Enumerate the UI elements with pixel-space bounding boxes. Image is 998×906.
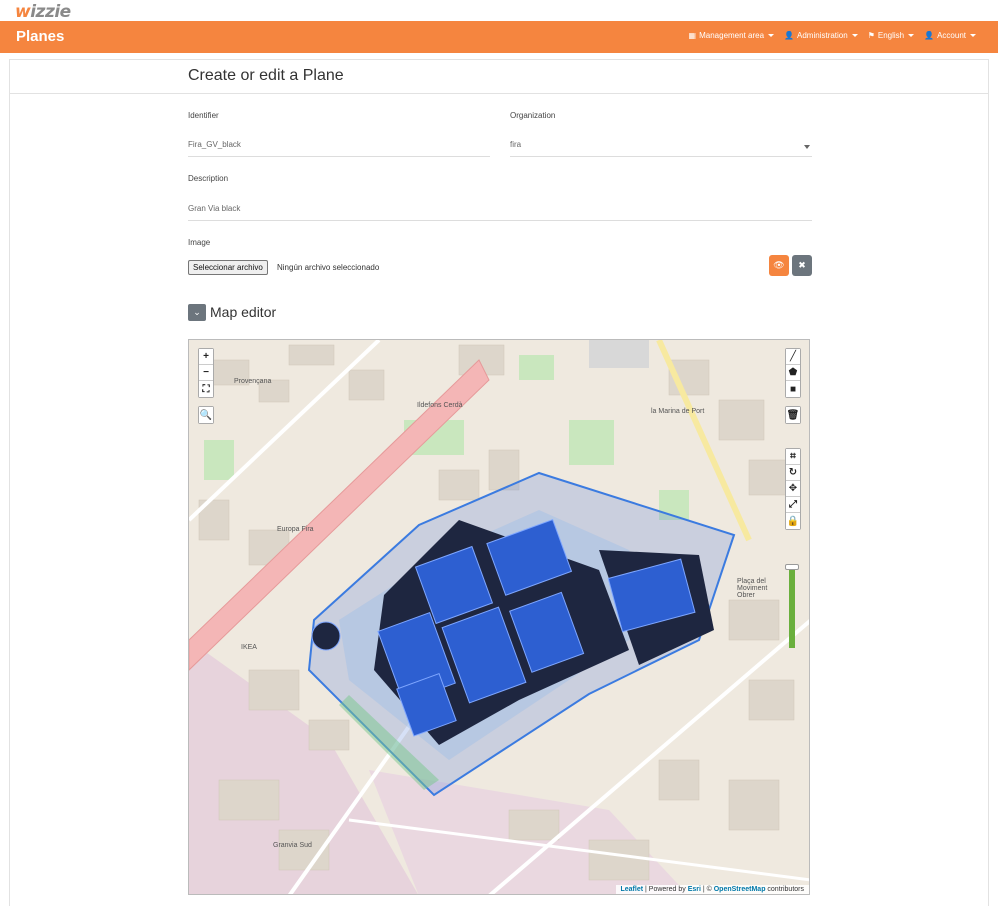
fullscreen-button[interactable]: ⛶ [199, 381, 213, 397]
nav-language[interactable]: ⚑ English [867, 31, 915, 40]
draw-toolbar: ╱ ⬟ ■ [785, 348, 801, 398]
draw-polyline-button[interactable]: ╱ [786, 349, 800, 365]
map-search-button[interactable]: 🔍 [199, 407, 213, 423]
rotate-icon: ↻ [788, 467, 798, 478]
choose-file-button[interactable]: Seleccionar archivo [188, 260, 268, 275]
organization-label: Organization [510, 111, 556, 120]
resize-icon: ⤢ [789, 499, 797, 510]
move-icon: ✥ [788, 483, 798, 494]
leaflet-link[interactable]: Leaflet [621, 886, 644, 893]
description-input[interactable]: Gran Via black [188, 198, 812, 221]
image-label: Image [188, 238, 211, 247]
map-label-provencana: Provençana [234, 378, 272, 385]
identifier-input[interactable]: Fira_GV_black [188, 134, 490, 157]
map-label-europa-fira: Europa Fira [277, 526, 314, 533]
polygon-icon: ⬟ [788, 367, 798, 378]
flag-icon: ⚑ [867, 31, 875, 40]
user-plus-icon: 👤 [784, 31, 795, 40]
identifier-label: Identifier [188, 111, 219, 120]
card-header: Create or edit a Plane [10, 60, 988, 94]
file-status-text: Ningún archivo seleccionado [277, 263, 380, 272]
trash-icon: 🗑 [786, 409, 800, 421]
map-attribution: Leaflet | Powered by Esri | © OpenStreet… [615, 885, 809, 894]
polyline-icon: ╱ [789, 351, 797, 362]
lock-icon: 🔒 [786, 515, 800, 527]
rectangle-icon: ■ [789, 383, 797, 395]
navbar-brand[interactable]: Planes [16, 28, 64, 45]
logo-strip: wizzie [0, 0, 998, 22]
map-label-ikea: IKEA [241, 644, 257, 651]
draw-polygon-button[interactable]: ⬟ [786, 365, 800, 381]
distort-icon: ⌗ [790, 451, 796, 462]
opacity-slider-handle[interactable] [785, 564, 799, 570]
user-icon: 👤 [924, 31, 935, 40]
distort-button[interactable]: ⌗ [786, 449, 800, 465]
chevron-down-icon: ⌄ [193, 307, 201, 317]
lock-button[interactable]: 🔒 [786, 513, 800, 529]
search-control: 🔍 [198, 406, 214, 424]
map-label-granvia-sud: Granvia Sud [273, 842, 312, 849]
caret-down-icon [851, 34, 858, 37]
map-editor[interactable]: Provençana Ildefons Cerdà Europa Fira IK… [188, 339, 810, 895]
search-icon: 🔍 [199, 409, 213, 421]
draw-rectangle-button[interactable]: ■ [786, 381, 800, 397]
view-image-button[interactable]: 👁 [769, 255, 789, 276]
rotate-button[interactable]: ↻ [786, 465, 800, 481]
caret-down-icon [908, 34, 915, 37]
nav-administration[interactable]: 👤 Administration [784, 31, 858, 40]
caret-down-icon [768, 34, 775, 37]
delete-layers-button[interactable]: 🗑 [786, 407, 800, 423]
organization-select[interactable]: fira [510, 134, 812, 157]
osm-link[interactable]: OpenStreetMap [714, 886, 766, 893]
transform-toolbar: ⌗ ↻ ✥ ⤢ 🔒 [785, 448, 801, 530]
chevron-down-icon [804, 145, 810, 149]
expand-icon: ⛶ [202, 383, 210, 395]
nav-account[interactable]: 👤 Account [924, 31, 976, 40]
zoom-out-button[interactable]: − [199, 365, 213, 381]
opacity-slider-track[interactable] [789, 568, 795, 648]
top-navbar: Planes ▦ Management area 👤 Administratio… [0, 21, 998, 53]
map-label-marina: la Marina de Port [651, 408, 705, 415]
page-title: Create or edit a Plane [188, 67, 344, 84]
map-label-placa: Plaça del Moviment Obrer [737, 578, 768, 599]
map-editor-title: Map editor [210, 304, 277, 320]
eye-icon: 👁 [773, 260, 785, 270]
delete-toolbar: 🗑 [785, 406, 801, 424]
esri-link[interactable]: Esri [688, 886, 701, 893]
close-circle-icon: ✖ [798, 260, 806, 270]
table-icon: ▦ [688, 31, 697, 40]
drag-button[interactable]: ✥ [786, 481, 800, 497]
map-editor-toggle[interactable]: ⌄ [188, 304, 206, 321]
nav-management-area[interactable]: ▦ Management area [689, 31, 775, 40]
wizzie-logo[interactable]: wizzie [15, 2, 71, 22]
caret-down-icon [970, 34, 976, 37]
zoom-in-button[interactable]: + [199, 349, 213, 365]
navbar-menu: ▦ Management area 👤 Administration ⚑ Eng… [689, 31, 976, 40]
description-label: Description [188, 174, 229, 183]
remove-image-button[interactable]: ✖ [792, 255, 812, 276]
zoom-control: + − ⛶ [198, 348, 214, 398]
map-label-cerda: Ildefons Cerdà [417, 402, 463, 409]
map-tiles [189, 340, 809, 894]
scale-button[interactable]: ⤢ [786, 497, 800, 513]
